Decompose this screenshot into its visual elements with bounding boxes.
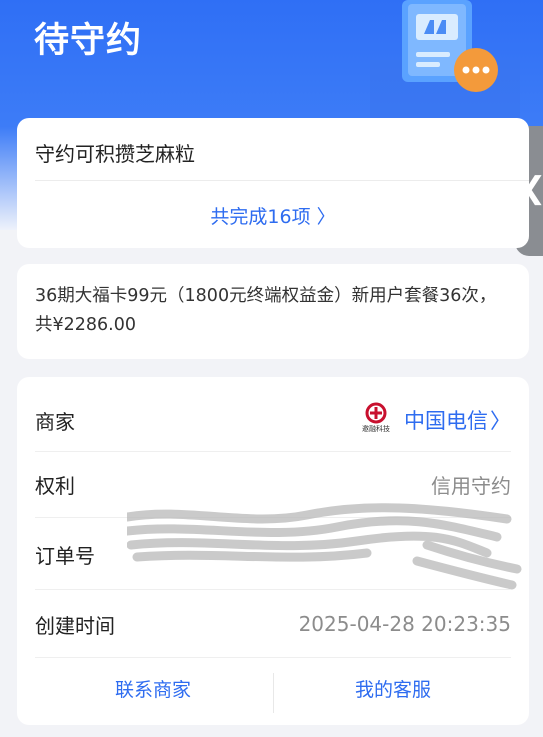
merchant-logo-icon (365, 402, 387, 424)
divider (35, 657, 511, 658)
package-description-card: 36期大福卡99元（1800元终端权益金）新用户套餐36次，共¥2286.00 (17, 264, 529, 359)
created-time-label: 创建时间 (35, 613, 115, 638)
clipboard-illustration-icon (370, 0, 520, 125)
divider (35, 180, 529, 181)
rights-value: 信用守约 (431, 473, 511, 498)
package-description: 36期大福卡99元（1800元终端权益金）新用户套餐36次，共¥2286.00 (35, 286, 497, 335)
merchant-logo: 邀融科技 (356, 402, 396, 438)
summary-card: 守约可积攒芝麻粒 共完成16项 〉 (17, 118, 529, 248)
order-details-card: 商家 邀融科技 中国电信 〉 权利 信用守约 订单号 创建时间 2025-04-… (17, 377, 529, 725)
page-title: 待守约 (34, 21, 143, 61)
merchant-row: 商家 邀融科技 中国电信 〉 (35, 385, 511, 455)
summary-title: 守约可积攒芝麻粒 (35, 142, 195, 166)
chevron-right-icon: 〉 (490, 409, 511, 433)
merchant-link[interactable]: 邀融科技 中国电信 〉 (356, 402, 511, 438)
created-time-row: 创建时间 2025-04-28 20:23:35 (35, 589, 511, 659)
merchant-label: 商家 (35, 409, 75, 434)
merchant-name: 中国电信 (404, 409, 488, 433)
rights-label: 权利 (35, 473, 75, 498)
completed-items-link[interactable]: 共完成16项 〉 (17, 202, 529, 229)
my-service-button[interactable]: 我的客服 (273, 675, 513, 702)
redaction-scribble (127, 503, 522, 590)
merchant-logo-caption: 邀融科技 (362, 425, 390, 433)
contact-merchant-button[interactable]: 联系商家 (33, 675, 273, 702)
created-time-value: 2025-04-28 20:23:35 (298, 612, 511, 636)
order-number-label: 订单号 (35, 543, 95, 568)
